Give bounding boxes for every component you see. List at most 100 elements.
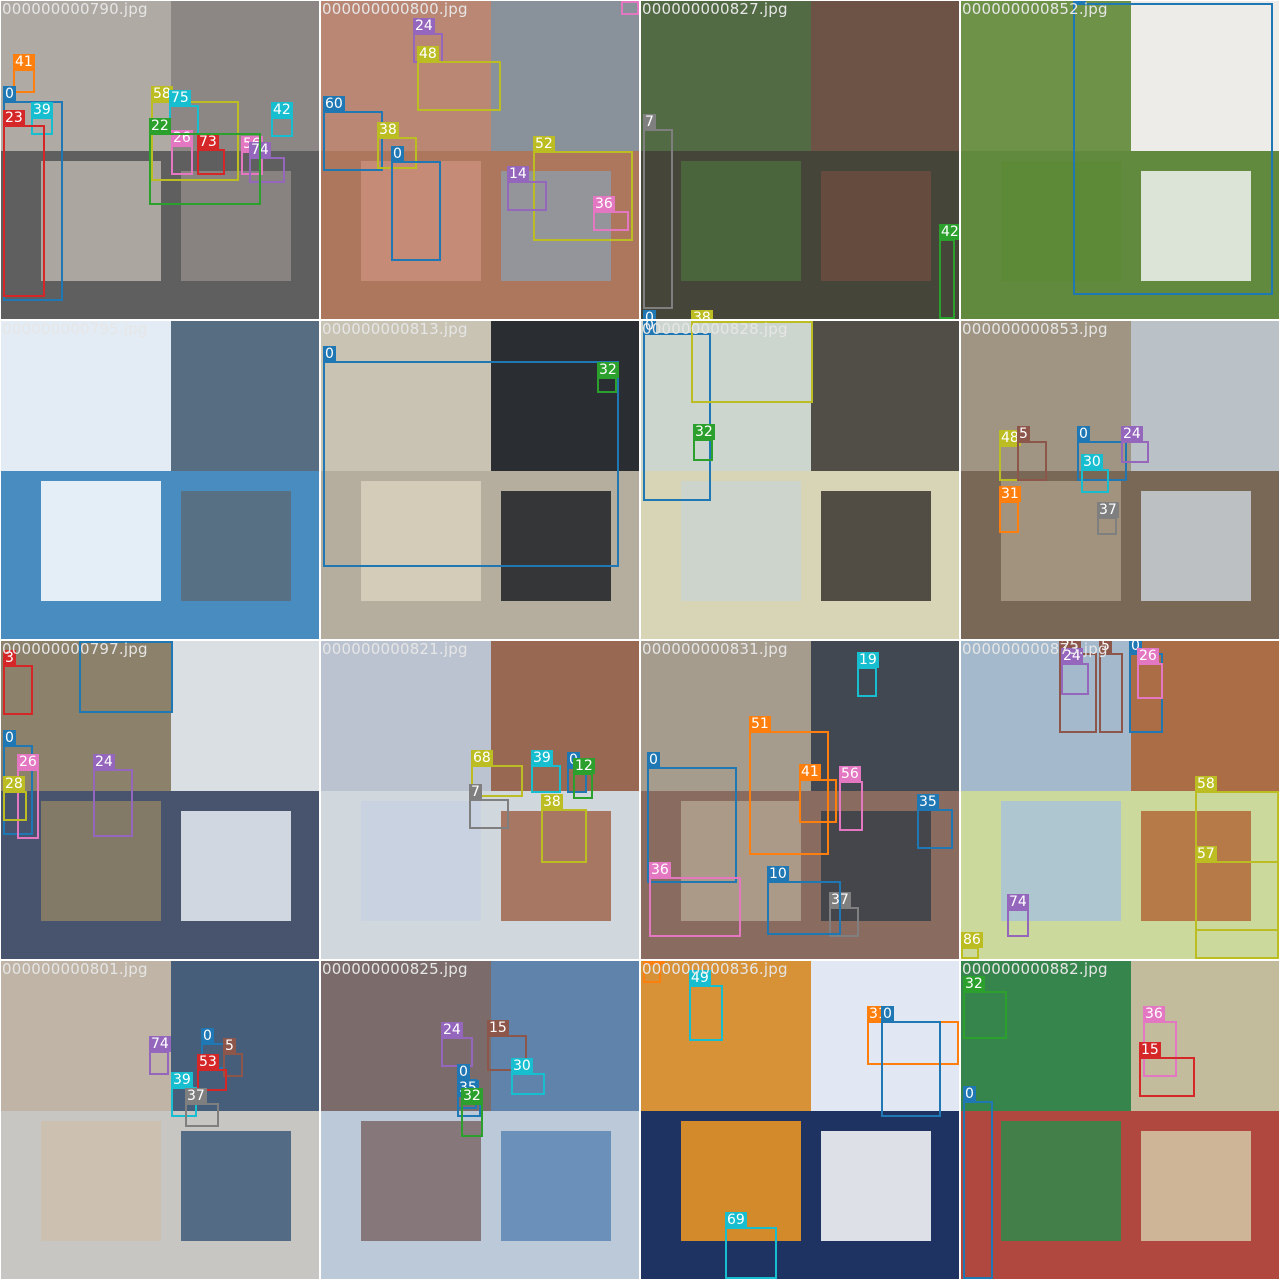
detection-label: 37 [185,1088,207,1104]
mosaic-tile: 000000000801.jpg 74 0 5 53 39 37 [1,961,319,1279]
mosaic-tile: 000000000790.jpg41039235875267356742242 [1,1,319,319]
detection-label: 0 [3,86,16,102]
detection-label: 19 [857,652,879,668]
detection-box: 30 [511,1058,545,1095]
tile-filename: 000000000873.jpg [962,641,1108,658]
detection-box: 3 [3,650,33,715]
detection-label: 24 [441,1022,463,1038]
detection-label: 42 [939,224,959,240]
detection-box: 48 [999,430,1021,481]
tile-filename: 000000000827.jpg [642,1,788,18]
detection-label: 0 [3,730,16,746]
detection-box: 24 [93,754,133,837]
mosaic-tile: 000000000797.jpg2002624283 [1,641,319,959]
detection-box: 23 [3,110,45,297]
detection-label: 14 [507,166,529,182]
detection-box: 42 [271,102,293,137]
mosaic-tile: 000000000813.jpg 0 32 [321,321,639,639]
detection-box: 56 [621,1,639,15]
mosaic-tile: 000000000827.jpg 7 42 0 38 [641,1,959,319]
detection-box: 41 [13,54,35,93]
detection-label: 56 [839,766,861,782]
detection-label: 24 [413,18,435,34]
detection-box: 0 [323,346,619,567]
detection-label: 0 [1077,426,1090,442]
detection-box: 30 [1081,454,1109,493]
detection-label: 37 [1097,502,1119,518]
detection-label: 0 [881,1006,894,1022]
detection-label: 0 [643,310,656,319]
detection-label: 38 [377,122,399,138]
detection-label: 32 [597,362,619,378]
detection-box: 42 [939,224,959,319]
detection-label: 0 [391,146,404,162]
mosaic-tile: 000000000852.jpg0 [961,1,1279,319]
tile-filename: 000000000790.jpg [2,1,148,18]
detection-label: 0 [963,1086,976,1102]
detection-label: 30 [511,1058,533,1074]
detection-label: 41 [799,764,821,780]
tile-filename: 000000000801.jpg [2,961,148,978]
detection-box: 74 [149,1036,171,1075]
detection-label: 32 [963,976,985,992]
photo-thumbnail [1,961,319,1279]
tile-filename: 000000000825.jpg [322,961,468,978]
detection-label: 60 [323,96,345,112]
detection-box: 41 [799,764,837,823]
detection-label: 86 [961,932,983,948]
detection-label: 52 [533,136,555,152]
detection-box: 48 [417,46,501,111]
detection-box: 37 [185,1088,219,1127]
detection-box: 69 [725,1212,777,1279]
detection-label: 0 [323,346,336,362]
detection-label: 51 [749,716,771,732]
tile-filename: 000000000836.jpg [642,961,788,978]
detection-box: 32 [693,424,715,461]
detection-label: 24 [1121,426,1143,442]
detection-label: 74 [149,1036,171,1052]
mosaic-tile: 000000000795.jpg1703 [1,321,319,639]
detection-label: 41 [13,54,35,70]
detection-box: 31 [999,486,1021,533]
detection-label: 15 [487,1020,509,1036]
mosaic-tile: 000000000882.jpg 32 0 36 15 [961,961,1279,1279]
detection-box: 12 [573,758,595,799]
tile-filename: 000000000821.jpg [322,641,468,658]
tile-filename: 000000000800.jpg [322,1,468,18]
detection-box: 36 [593,196,629,231]
detection-box: 5 [1099,641,1123,733]
detection-label: 0 [647,752,660,768]
detection-box: 32 [963,976,1007,1039]
mosaic-grid: 000000000790.jpg410392358752673567422420… [0,0,1280,1280]
detection-label: 48 [417,46,439,62]
detection-label: 30 [1081,454,1103,470]
tile-filename: 000000000795.jpg [2,321,148,338]
mosaic-tile: 000000000828.jpg03832 [641,321,959,639]
mosaic-tile: 000000000825.jpg24153003532 [321,961,639,1279]
detection-box: 86 [961,932,983,959]
detection-label: 68 [471,750,493,766]
detection-label: 12 [573,758,595,774]
detection-label: 0 [457,1064,470,1080]
detection-box: 15 [1139,1042,1195,1097]
tile-filename: 000000000813.jpg [322,321,468,338]
detection-box: 57 [1195,846,1279,959]
detection-label: 26 [1137,648,1159,664]
detection-label: 75 [169,90,191,106]
detection-box: 5 [1017,426,1047,481]
detection-box: 0 [391,146,441,261]
detection-box: 7 [643,114,673,309]
tile-filename: 000000000853.jpg [962,321,1108,338]
detection-label: 15 [1139,1042,1161,1058]
detection-box: 28 [3,776,27,821]
photo-thumbnail [641,1,959,319]
mosaic-tile: 000000000836.jpg454931069 [641,961,959,1279]
detection-box: 7 [469,784,509,829]
detection-label: 39 [171,1072,193,1088]
tile-filename: 000000000797.jpg [2,641,148,658]
detection-box: 26 [1137,648,1163,699]
detection-box: 19 [857,652,879,697]
detection-label: 32 [693,424,715,440]
detection-label: 38 [541,794,563,810]
detection-box: 39 [531,750,561,793]
